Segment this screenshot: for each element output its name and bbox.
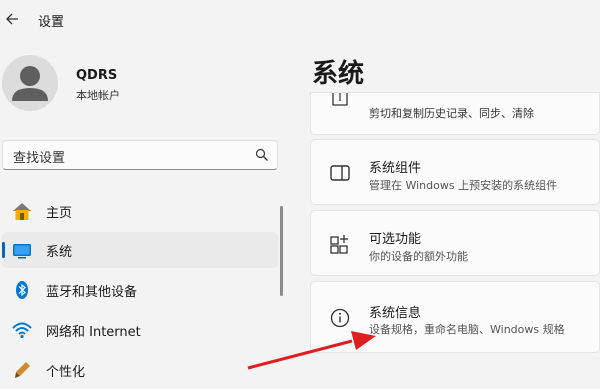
home-icon [13,203,31,220]
sidebar-item-personalization[interactable]: 个性化 [2,352,278,388]
card-clipboard[interactable]: 剪切和复制历史记录、同步、清除 [310,92,600,135]
card-system-components[interactable]: 系统组件 管理在 Windows 上预安装的系统组件 [310,139,600,205]
card-subtitle: 设备规格，重命名电脑、Windows 规格 [369,323,565,336]
search-input[interactable]: 查找设置 [2,140,278,170]
card-subtitle: 你的设备的额外功能 [369,250,468,263]
card-title: 系统组件 [369,161,422,176]
sidebar-item-label: 主页 [46,206,73,221]
card-subtitle: 管理在 Windows 上预安装的系统组件 [369,179,558,192]
sidebar-item-label: 蓝牙和其他设备 [46,285,138,300]
wifi-icon [12,322,32,339]
sidebar-scrollbar[interactable] [280,206,283,296]
sidebar-item-label: 个性化 [46,365,86,380]
avatar[interactable] [2,55,58,111]
sidebar-item-system[interactable]: 系统 [2,232,278,268]
title-bar: 设置 [0,0,600,40]
window-title: 设置 [38,15,65,30]
optional-features-icon [330,235,348,254]
clipboard-icon [332,93,348,106]
page-title: 系统 [312,59,365,89]
system-icon [13,244,31,259]
search-icon [255,148,268,161]
sidebar-item-label: 系统 [46,245,73,260]
card-title: 可选功能 [369,232,422,247]
sidebar-item-bluetooth[interactable]: 蓝牙和其他设备 [2,272,278,308]
user-name: QDRS [76,68,118,83]
sidebar: QDRS 本地帐户 查找设置 主页 系统 蓝牙和其他设备 网络和 Interne… [0,40,288,389]
back-arrow-icon [6,13,18,25]
card-system-info[interactable]: 系统信息 设备规格，重命名电脑、Windows 规格 [310,281,600,353]
card-title: 系统信息 [369,306,422,321]
user-icon [12,66,48,101]
selection-indicator [2,242,5,258]
sidebar-item-network[interactable]: 网络和 Internet [2,312,278,348]
card-subtitle: 剪切和复制历史记录、同步、清除 [369,107,534,120]
bluetooth-icon [16,281,28,299]
account-type: 本地帐户 [76,89,120,102]
personalization-icon [15,362,30,378]
search-placeholder: 查找设置 [13,151,66,166]
sidebar-item-home[interactable]: 主页 [2,193,278,229]
components-icon [330,165,350,181]
card-optional-features[interactable]: 可选功能 你的设备的额外功能 [310,210,600,276]
sidebar-item-label: 网络和 Internet [46,325,141,340]
back-button[interactable] [4,8,22,30]
info-icon [330,308,350,328]
